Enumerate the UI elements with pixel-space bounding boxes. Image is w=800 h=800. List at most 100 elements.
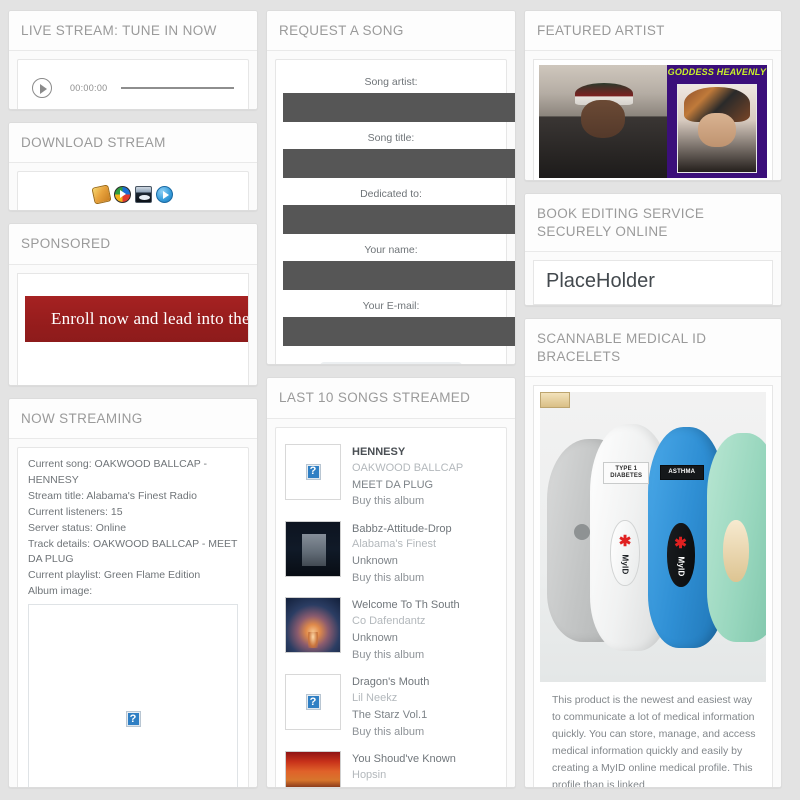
- buy-album-link[interactable]: Buy this album: [352, 647, 497, 664]
- broken-image-icon: [305, 463, 321, 480]
- bracelet-plate-white: ✱ MyID: [610, 520, 641, 587]
- play-icon[interactable]: [32, 78, 52, 99]
- song-title: Babbz-Attitude-Drop: [352, 522, 452, 535]
- song-meta: Babbz-Attitude-Drop Alabama's Finest Unk…: [352, 521, 497, 587]
- now-streaming-album-image-label: Album image:: [28, 585, 93, 598]
- song-meta: Dragon's Mouth Lil Neekz The Starz Vol.1…: [352, 674, 497, 740]
- featured-artist-panel: FEATURED ARTIST GODDESS HEAVENLY: [524, 10, 782, 181]
- request-song-body: Song artist: Song title: Dedicated to: Y…: [267, 51, 515, 365]
- album-thumbnail: [285, 520, 341, 577]
- featured-artist-frame: GODDESS HEAVENLY: [533, 59, 773, 180]
- list-item[interactable]: Dragon's Mouth Lil Neekz The Starz Vol.1…: [285, 668, 497, 745]
- sponsored-panel: SPONSORED Enroll now and lead into the: [8, 223, 258, 386]
- sponsored-ad-text: Enroll now and lead into the: [51, 308, 249, 328]
- now-streaming-current-song: Current song: OAKWOOD BALLCAP - HENNESY: [28, 457, 207, 486]
- last-songs-panel: LAST 10 SONGS STREAMED HENNESY OAKWOOD B…: [266, 377, 516, 788]
- album-thumbnail: [285, 674, 341, 731]
- audio-player[interactable]: 00:00:00: [17, 59, 249, 109]
- sponsored-body: Enroll now and lead into the: [9, 264, 257, 385]
- myid-brand-label: MyID: [676, 556, 686, 577]
- now-streaming-album-art: [28, 604, 238, 787]
- bracelet-plate-gold: [723, 520, 750, 583]
- song-title-field[interactable]: [283, 149, 515, 179]
- song-title: HENNESY: [352, 445, 406, 458]
- bracelet-plate-black: ✱ MyID: [666, 522, 695, 587]
- your-name-field[interactable]: [283, 261, 515, 291]
- windows-media-player-icon[interactable]: [135, 185, 152, 203]
- request-song-form: Song artist: Song title: Dedicated to: Y…: [275, 59, 515, 365]
- featured-artist-caption: GODDESS HEAVENLY: [667, 67, 767, 78]
- song-artist: Alabama's Finest: [352, 538, 437, 551]
- song-album: MEET DA PLUG: [352, 478, 434, 491]
- placeholder-text: PlaceHolder: [546, 270, 655, 293]
- sponsored-header: SPONSORED: [9, 224, 257, 265]
- featured-artist-photo-right: GODDESS HEAVENLY: [666, 65, 767, 179]
- bracelet-tag-diabetes: TYPE 1 DIABETES: [603, 462, 650, 484]
- book-editing-placeholder-box[interactable]: PlaceHolder: [533, 260, 773, 306]
- buy-album-link[interactable]: Buy this album: [352, 493, 497, 510]
- song-album: Unknown: [352, 784, 497, 787]
- now-streaming-panel: NOW STREAMING Current song: OAKWOOD BALL…: [8, 397, 258, 788]
- song-artist: OAKWOOD BALLCAP: [352, 461, 464, 474]
- medical-asterisk-icon: ✱: [618, 532, 632, 550]
- book-editing-header: BOOK EDITING SERVICE SECURELY ONLINE: [525, 193, 781, 253]
- medical-id-header: SCANNABLE MEDICAL ID BRACELETS: [525, 319, 781, 378]
- song-album: Unknown: [352, 632, 398, 645]
- album-thumbnail: [285, 443, 341, 500]
- album-art-image: [286, 752, 340, 788]
- dedicated-to-field[interactable]: [283, 205, 515, 235]
- featured-artist-image[interactable]: GODDESS HEAVENLY: [539, 65, 767, 179]
- list-item[interactable]: Welcome To Th South Co Dafendantz Unknow…: [285, 591, 497, 668]
- sponsored-ad-frame: Enroll now and lead into the: [17, 272, 249, 385]
- now-streaming-title: NOW STREAMING: [21, 410, 143, 426]
- buy-album-link[interactable]: Buy this album: [352, 724, 497, 741]
- featured-artist-header: FEATURED ARTIST: [525, 11, 781, 52]
- list-item[interactable]: You Shoud've Known Hopsin Unknown Buy th…: [285, 745, 497, 788]
- now-streaming-listeners: Current listeners: 15: [28, 505, 123, 518]
- buy-album-link[interactable]: Buy this album: [352, 570, 497, 587]
- your-email-field[interactable]: [283, 317, 515, 347]
- medical-id-description: This product is the newest and easiest w…: [552, 694, 756, 788]
- quicktime-icon[interactable]: [156, 185, 173, 203]
- winamp-icon[interactable]: [91, 183, 112, 205]
- page-root: LIVE STREAM: TUNE IN NOW 00:00:00 DOWNLO…: [0, 0, 800, 800]
- middle-column: REQUEST A SONG Song artist: Song title: …: [266, 10, 524, 800]
- song-title: Dragon's Mouth: [352, 676, 430, 689]
- left-column: LIVE STREAM: TUNE IN NOW 00:00:00 DOWNLO…: [8, 10, 266, 800]
- download-stream-header: DOWNLOAD STREAM: [9, 122, 257, 163]
- list-item[interactable]: Babbz-Attitude-Drop Alabama's Finest Unk…: [285, 515, 497, 592]
- song-title-label: Song title:: [367, 132, 415, 145]
- realplayer-icon[interactable]: [114, 185, 131, 203]
- download-icons-box: [17, 171, 249, 211]
- seek-bar[interactable]: [121, 87, 234, 89]
- now-streaming-header: NOW STREAMING: [9, 398, 257, 439]
- album-art-image: [286, 521, 340, 576]
- last-songs-title: LAST 10 SONGS STREAMED: [279, 390, 471, 406]
- song-title: Welcome To Th South: [352, 599, 460, 612]
- featured-artist-title: FEATURED ARTIST: [537, 23, 665, 38]
- download-icon-row: [18, 172, 248, 210]
- list-item[interactable]: HENNESY OAKWOOD BALLCAP MEET DA PLUG Buy…: [285, 438, 497, 515]
- song-artist-field[interactable]: [283, 93, 515, 123]
- last-songs-header: LAST 10 SONGS STREAMED: [267, 378, 515, 419]
- last-songs-body: HENNESY OAKWOOD BALLCAP MEET DA PLUG Buy…: [267, 418, 515, 788]
- submit-song-request-button[interactable]: Submit song request: [319, 362, 463, 365]
- sponsored-title: SPONSORED: [21, 236, 111, 252]
- medical-id-frame: TYPE 1 DIABETES ASTHMA ✱ MyID ✱ MyID Thi…: [533, 385, 773, 788]
- bracelet-tag-gold: [540, 392, 570, 409]
- now-streaming-stream-title: Stream title: Alabama's Finest Radio: [28, 489, 197, 502]
- live-stream-panel: LIVE STREAM: TUNE IN NOW 00:00:00: [8, 10, 258, 110]
- last-songs-list: HENNESY OAKWOOD BALLCAP MEET DA PLUG Buy…: [275, 426, 507, 788]
- song-artist: Lil Neekz: [352, 692, 398, 705]
- playback-time: 00:00:00: [70, 83, 108, 94]
- now-streaming-track-details: Track details: OAKWOOD BALLCAP - MEET DA…: [28, 537, 238, 566]
- download-stream-panel: DOWNLOAD STREAM: [8, 121, 258, 212]
- featured-artist-portrait: [676, 84, 757, 173]
- song-artist: Hopsin: [352, 769, 387, 782]
- medical-id-bracelets-image[interactable]: TYPE 1 DIABETES ASTHMA ✱ MyID ✱ MyID: [540, 392, 766, 683]
- book-editing-title: BOOK EDITING SERVICE SECURELY ONLINE: [537, 205, 705, 239]
- sponsored-ad-banner[interactable]: Enroll now and lead into the: [25, 295, 249, 342]
- now-streaming-body: Current song: OAKWOOD BALLCAP - HENNESY …: [9, 438, 257, 787]
- your-name-label: Your name:: [364, 244, 418, 257]
- broken-image-icon: [125, 711, 141, 728]
